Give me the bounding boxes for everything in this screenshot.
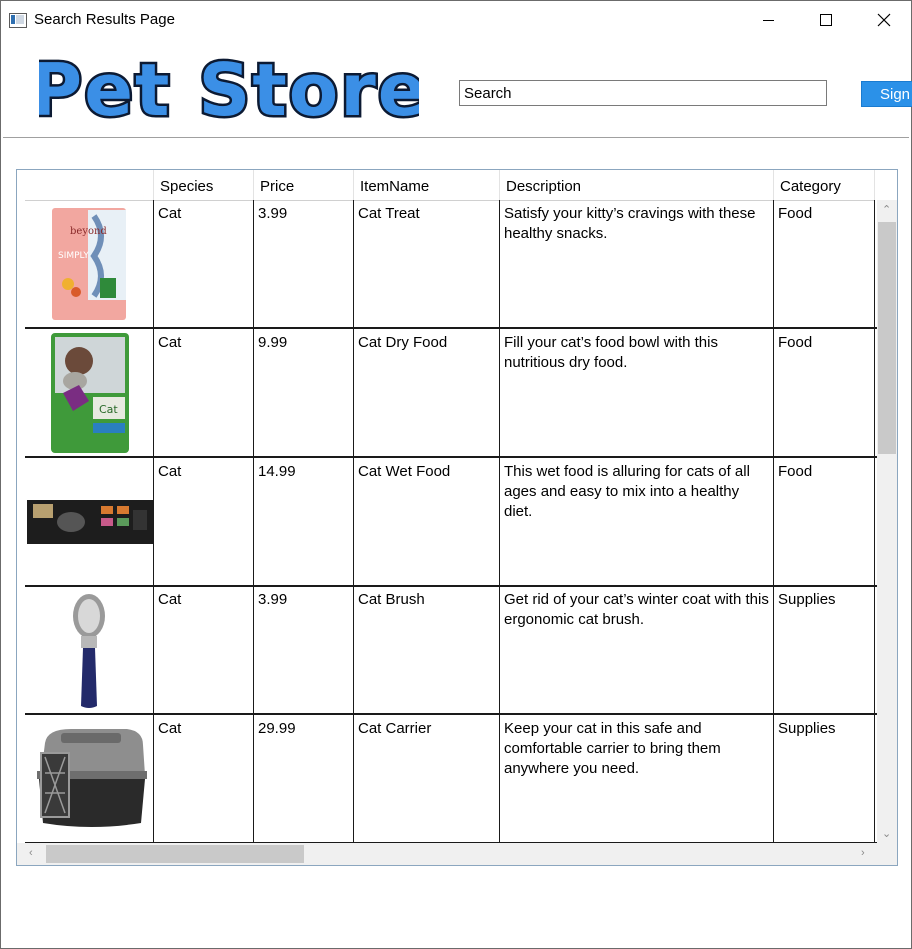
species-cell: Cat: [154, 329, 254, 456]
category-cell: Supplies: [774, 586, 875, 713]
table-row[interactable]: beyond SIMPLY Cat 3.99 Cat Treat Satisfy…: [25, 200, 883, 329]
svg-text:Cat: Cat: [99, 403, 118, 416]
title-bar[interactable]: Search Results Page: [1, 1, 911, 39]
species-cell: Cat: [154, 458, 254, 585]
app-window: Search Results Page Pet Store Sign Speci…: [0, 0, 912, 949]
minimize-button[interactable]: [739, 1, 797, 39]
window-title: Search Results Page: [34, 11, 175, 28]
column-header-species[interactable]: Species: [154, 170, 254, 200]
column-header-itemname[interactable]: ItemName: [354, 170, 500, 200]
column-header-image[interactable]: [25, 170, 154, 200]
category-cell: Food: [774, 458, 875, 585]
species-cell: Cat: [154, 715, 254, 842]
product-image-cell: [25, 458, 154, 585]
item-name-cell: Cat Wet Food: [354, 458, 500, 585]
horizontal-scroll-thumb[interactable]: [46, 845, 304, 863]
maximize-button[interactable]: [797, 1, 855, 39]
app-icon: [9, 13, 27, 28]
svg-text:beyond: beyond: [70, 226, 107, 237]
price-cell: 9.99: [254, 329, 354, 456]
price-cell: 3.99: [254, 586, 354, 713]
header-divider: [3, 137, 909, 138]
description-cell: Get rid of your cat’s winter coat with t…: [500, 586, 774, 713]
maximize-icon: [820, 14, 832, 26]
item-name-cell: Cat Brush: [354, 586, 500, 713]
vertical-scroll-thumb[interactable]: [878, 222, 896, 454]
cat-wet-food-pack-image: [27, 500, 153, 544]
table-row[interactable]: Cat 29.99 Cat Carrier Keep your cat in t…: [25, 715, 883, 844]
table-row[interactable]: Cat 3.99 Cat Brush Get rid of your cat’s…: [25, 586, 883, 715]
vertical-scrollbar[interactable]: ⌃ ⌄: [877, 200, 897, 843]
item-name-cell: Cat Dry Food: [354, 329, 500, 456]
scroll-down-icon[interactable]: ⌄: [882, 827, 891, 840]
price-cell: 29.99: [254, 715, 354, 842]
search-input[interactable]: [459, 80, 827, 106]
minimize-icon: [762, 19, 774, 21]
cat-dry-food-bag-image: Cat: [51, 333, 129, 453]
price-cell: 14.99: [254, 458, 354, 585]
product-image-cell: [25, 715, 154, 842]
description-cell: This wet food is alluring for cats of al…: [500, 458, 774, 585]
results-grid: Species Price ItemName Description Categ…: [16, 169, 898, 866]
description-cell: Keep your cat in this safe and comfortab…: [500, 715, 774, 842]
species-cell: Cat: [154, 586, 254, 713]
description-cell: Fill your cat’s food bowl with this nutr…: [500, 329, 774, 456]
species-cell: Cat: [154, 200, 254, 327]
column-header-description[interactable]: Description: [500, 170, 774, 200]
horizontal-scrollbar[interactable]: ‹ ›: [17, 843, 897, 865]
item-name-cell: Cat Treat: [354, 200, 500, 327]
price-cell: 3.99: [254, 200, 354, 327]
cat-treat-bag-image: beyond SIMPLY: [52, 208, 126, 320]
cat-brush-image: [73, 594, 105, 708]
sign-in-button[interactable]: Sign: [861, 81, 912, 107]
table-row[interactable]: Cat 14.99 Cat Wet Food This wet food is …: [25, 458, 883, 587]
product-image-cell: [25, 586, 154, 713]
scroll-up-icon[interactable]: ⌃: [882, 203, 891, 216]
table-row[interactable]: Cat Cat 9.99 Cat Dry Food Fill your cat’…: [25, 329, 883, 458]
product-image-cell: beyond SIMPLY: [25, 200, 154, 327]
item-name-cell: Cat Carrier: [354, 715, 500, 842]
grid-header: Species Price ItemName Description Categ…: [25, 170, 875, 201]
product-image-cell: Cat: [25, 329, 154, 456]
cat-carrier-image: [37, 729, 147, 827]
category-cell: Food: [774, 200, 875, 327]
column-header-category[interactable]: Category: [774, 170, 875, 200]
close-button[interactable]: [855, 1, 912, 39]
logo-text: Pet Store: [39, 48, 419, 131]
category-cell: Supplies: [774, 715, 875, 842]
description-cell: Satisfy your kitty’s cravings with these…: [500, 200, 774, 327]
pet-store-logo: Pet Store: [39, 46, 419, 132]
scroll-right-icon[interactable]: ›: [861, 847, 865, 859]
column-header-price[interactable]: Price: [254, 170, 354, 200]
close-icon: [877, 13, 891, 27]
scroll-left-icon[interactable]: ‹: [29, 847, 33, 859]
category-cell: Food: [774, 329, 875, 456]
svg-text:SIMPLY: SIMPLY: [58, 251, 89, 261]
